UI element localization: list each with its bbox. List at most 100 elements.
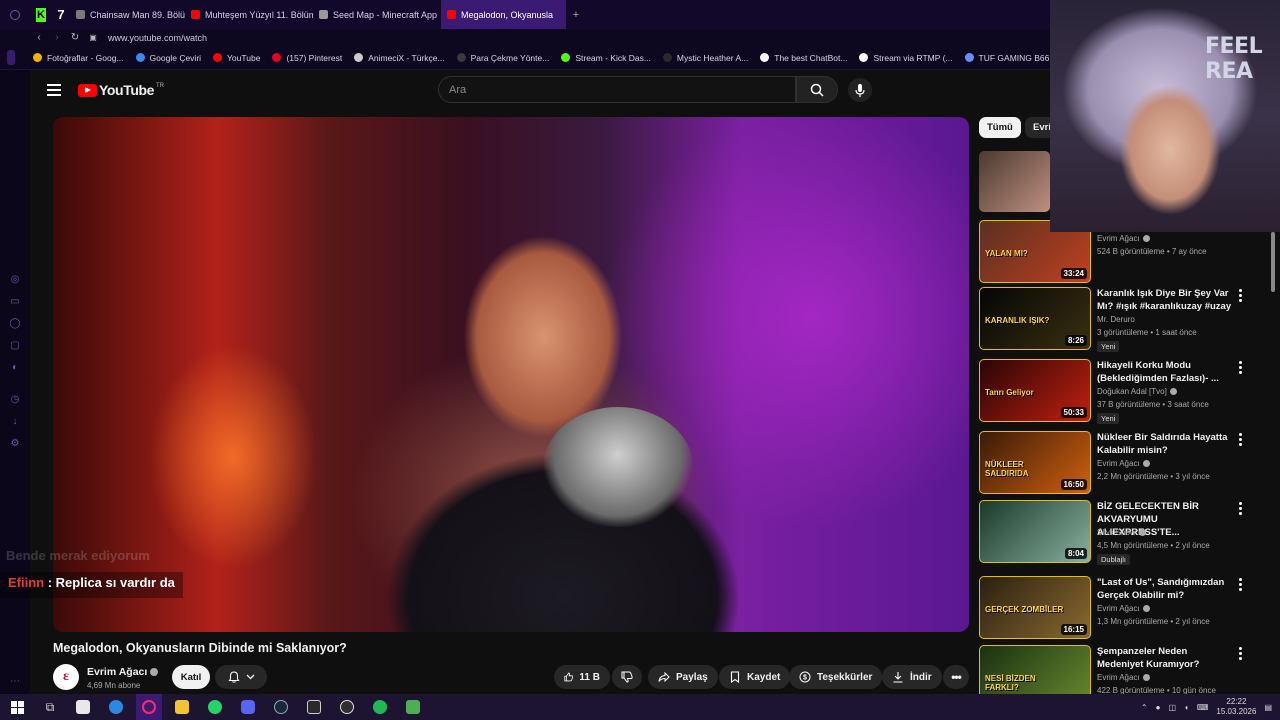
instagram-icon[interactable]: ▢: [9, 340, 21, 352]
browser-tab[interactable]: Megalodon, Okyanusla: [441, 0, 566, 29]
recommendation-title[interactable]: Hikayeli Korku Modu (Beklediğimden Fazla…: [1097, 359, 1233, 385]
discord-taskbar-icon[interactable]: [235, 694, 261, 720]
aria-icon[interactable]: ◎: [9, 274, 21, 286]
recommendation-channel[interactable]: Evrim Ağacı: [1097, 604, 1150, 613]
like-button[interactable]: 11 B: [554, 665, 610, 689]
back-icon[interactable]: ‹: [30, 32, 48, 43]
browser-tab[interactable]: Muhteşem Yüzyıl 11. Bölüm: [185, 0, 313, 29]
video-player[interactable]: [53, 117, 969, 632]
menu-icon[interactable]: [47, 84, 61, 96]
recommendation-thumbnail[interactable]: Tanrı Geliyor 50:33: [979, 359, 1091, 422]
whatsapp-taskbar-icon[interactable]: [202, 694, 228, 720]
thanks-button[interactable]: $ Teşekkürler: [789, 665, 883, 689]
download-button[interactable]: İndir: [882, 665, 942, 689]
more-vert-icon[interactable]: [1239, 502, 1243, 517]
clock[interactable]: 22:22 15.03.2026: [1216, 697, 1256, 717]
recommendation-thumbnail[interactable]: 8:04: [979, 500, 1091, 563]
recommendation-title[interactable]: Nükleer Bir Saldırıda Hayatta Kalabilir …: [1097, 431, 1233, 457]
recommendation-channel[interactable]: Evrim Ağacı: [1097, 673, 1150, 682]
recommendation-thumbnail[interactable]: GERÇEK ZOMBİLER 16:15: [979, 576, 1091, 639]
store-icon[interactable]: [70, 694, 96, 720]
dislike-button[interactable]: [612, 665, 642, 689]
file-explorer-icon[interactable]: [169, 694, 195, 720]
more-vert-icon[interactable]: [1239, 361, 1243, 376]
recommendation-item[interactable]: 8:04BİZ GELECEKTEN BİR AKVARYUMU ALIEXPR…: [979, 500, 1254, 565]
bookmark-item[interactable]: Fotoğraflar - Goog...: [33, 53, 124, 63]
recommendation-item[interactable]: Tanrı Geliyor 50:33 Hikayeli Korku Modu (B…: [979, 359, 1254, 424]
chevron-up-icon[interactable]: ⌃: [1141, 703, 1148, 712]
recommendation-channel[interactable]: Doğukan Adal [Tvo]: [1097, 387, 1177, 396]
bookmark-item[interactable]: Stream via RTMP (...: [859, 53, 953, 63]
keyboard-icon[interactable]: ⌨: [1197, 703, 1209, 712]
bookmark-item[interactable]: (157) Pinterest: [272, 53, 342, 63]
start-icon[interactable]: [4, 694, 30, 720]
bookmark-item[interactable]: Mystic Heather A...: [662, 53, 748, 63]
whatsapp-icon[interactable]: ◯: [9, 318, 21, 330]
spotify-icon[interactable]: [367, 694, 393, 720]
search-input[interactable]: [439, 77, 795, 102]
edge-icon[interactable]: [103, 694, 129, 720]
more-vert-icon[interactable]: [1239, 433, 1243, 448]
recommendation-item[interactable]: NÜKLEER SALDIRIDA 16:50 Nükleer Bir Saldır…: [979, 431, 1254, 495]
youtube-logo[interactable]: YouTube TR: [78, 82, 164, 98]
recommendation-channel[interactable]: Evrim Ağacı: [1097, 459, 1150, 468]
save-button[interactable]: Kaydet: [719, 665, 791, 689]
browser-tab[interactable]: Seed Map - Minecraft App: [313, 0, 441, 29]
recommendation-channel[interactable]: SlivkiShow: [1097, 528, 1146, 537]
mic-tray-icon[interactable]: ●: [1156, 703, 1161, 712]
more-vert-icon[interactable]: [1239, 289, 1243, 304]
notifications-button[interactable]: [215, 665, 267, 689]
seven-pin-icon[interactable]: 7: [52, 0, 70, 29]
recommendation-item[interactable]: KARANLIK IŞIK? 8:26 Karanlık Işık Diye Bir…: [979, 287, 1254, 352]
url-text[interactable]: www.youtube.com/watch: [108, 33, 207, 43]
kick-pin-icon[interactable]: K: [30, 0, 52, 29]
bookmark-item[interactable]: TUF GAMING B66: [964, 53, 1049, 63]
recommendation-title[interactable]: "Last of Us", Sandığımızdan Gerçek Olabi…: [1097, 576, 1233, 602]
recommendation-channel[interactable]: Evrim Ağacı: [1097, 234, 1150, 243]
opera-gx-icon[interactable]: [136, 694, 162, 720]
bookmark-item[interactable]: Stream - Kick Das...: [561, 53, 651, 63]
obs-icon[interactable]: [334, 694, 360, 720]
twitch-icon[interactable]: ▭: [9, 296, 21, 308]
more-actions-button[interactable]: •••: [943, 665, 969, 689]
home-icon[interactable]: [7, 50, 15, 65]
network-icon[interactable]: ◫: [1168, 703, 1176, 712]
new-tab-button[interactable]: +: [570, 9, 582, 21]
recommendation-title[interactable]: Karanlık Işık Diye Bir Şey Var Mı? #ışık…: [1097, 287, 1233, 313]
recommendation-title[interactable]: Şempanzeler Neden Medeniyet Kuramıyor?: [1097, 645, 1233, 671]
steam-icon[interactable]: [268, 694, 294, 720]
search-button[interactable]: [796, 76, 838, 103]
browser-tab[interactable]: Chainsaw Man 89. Bölüm: [70, 0, 185, 29]
mic-button[interactable]: [848, 78, 872, 102]
channel-name[interactable]: Evrim Ağacı: [87, 666, 159, 678]
chip-all[interactable]: Tümü: [979, 117, 1021, 138]
downloads-icon[interactable]: ↓: [9, 416, 21, 428]
recommendation-thumbnail[interactable]: NÜKLEER SALDIRIDA 16:50: [979, 431, 1091, 494]
notification-icon[interactable]: ▤: [1264, 703, 1272, 712]
join-button[interactable]: Katıl: [172, 665, 210, 689]
epic-games-icon[interactable]: [301, 694, 327, 720]
more-icon[interactable]: ⋯: [9, 676, 21, 688]
opera-menu-icon[interactable]: [0, 0, 30, 29]
bookmark-item[interactable]: Google Çeviri: [135, 53, 201, 63]
more-vert-icon[interactable]: [1239, 647, 1243, 662]
bookmark-item[interactable]: Para Çekme Yönte...: [456, 53, 549, 63]
history-icon[interactable]: ◷: [9, 394, 21, 406]
reload-icon[interactable]: ↻: [66, 32, 84, 43]
volume-icon[interactable]: ◖: [1184, 703, 1189, 712]
bookmark-item[interactable]: The best ChatBot...: [760, 53, 847, 63]
channel-avatar[interactable]: ε: [53, 664, 79, 690]
recommendation-thumbnail-partial[interactable]: [979, 151, 1050, 212]
discord-icon[interactable]: ◐: [9, 362, 21, 374]
recommendation-item[interactable]: GERÇEK ZOMBİLER 16:15 "Last of Us", Sandığ…: [979, 576, 1254, 640]
bookmark-item[interactable]: AnimeciX - Türkçe...: [354, 53, 445, 63]
scrollbar[interactable]: [1271, 232, 1275, 292]
recommendation-channel[interactable]: Mr. Deruro: [1097, 315, 1135, 324]
settings-icon[interactable]: ⚙: [9, 438, 21, 450]
more-vert-icon[interactable]: [1239, 578, 1243, 593]
task-view-icon[interactable]: ⧉: [37, 694, 63, 720]
minecraft-icon[interactable]: [400, 694, 426, 720]
forward-icon[interactable]: ›: [48, 32, 66, 43]
share-button[interactable]: Paylaş: [648, 665, 718, 689]
bookmark-item[interactable]: YouTube: [213, 53, 260, 63]
